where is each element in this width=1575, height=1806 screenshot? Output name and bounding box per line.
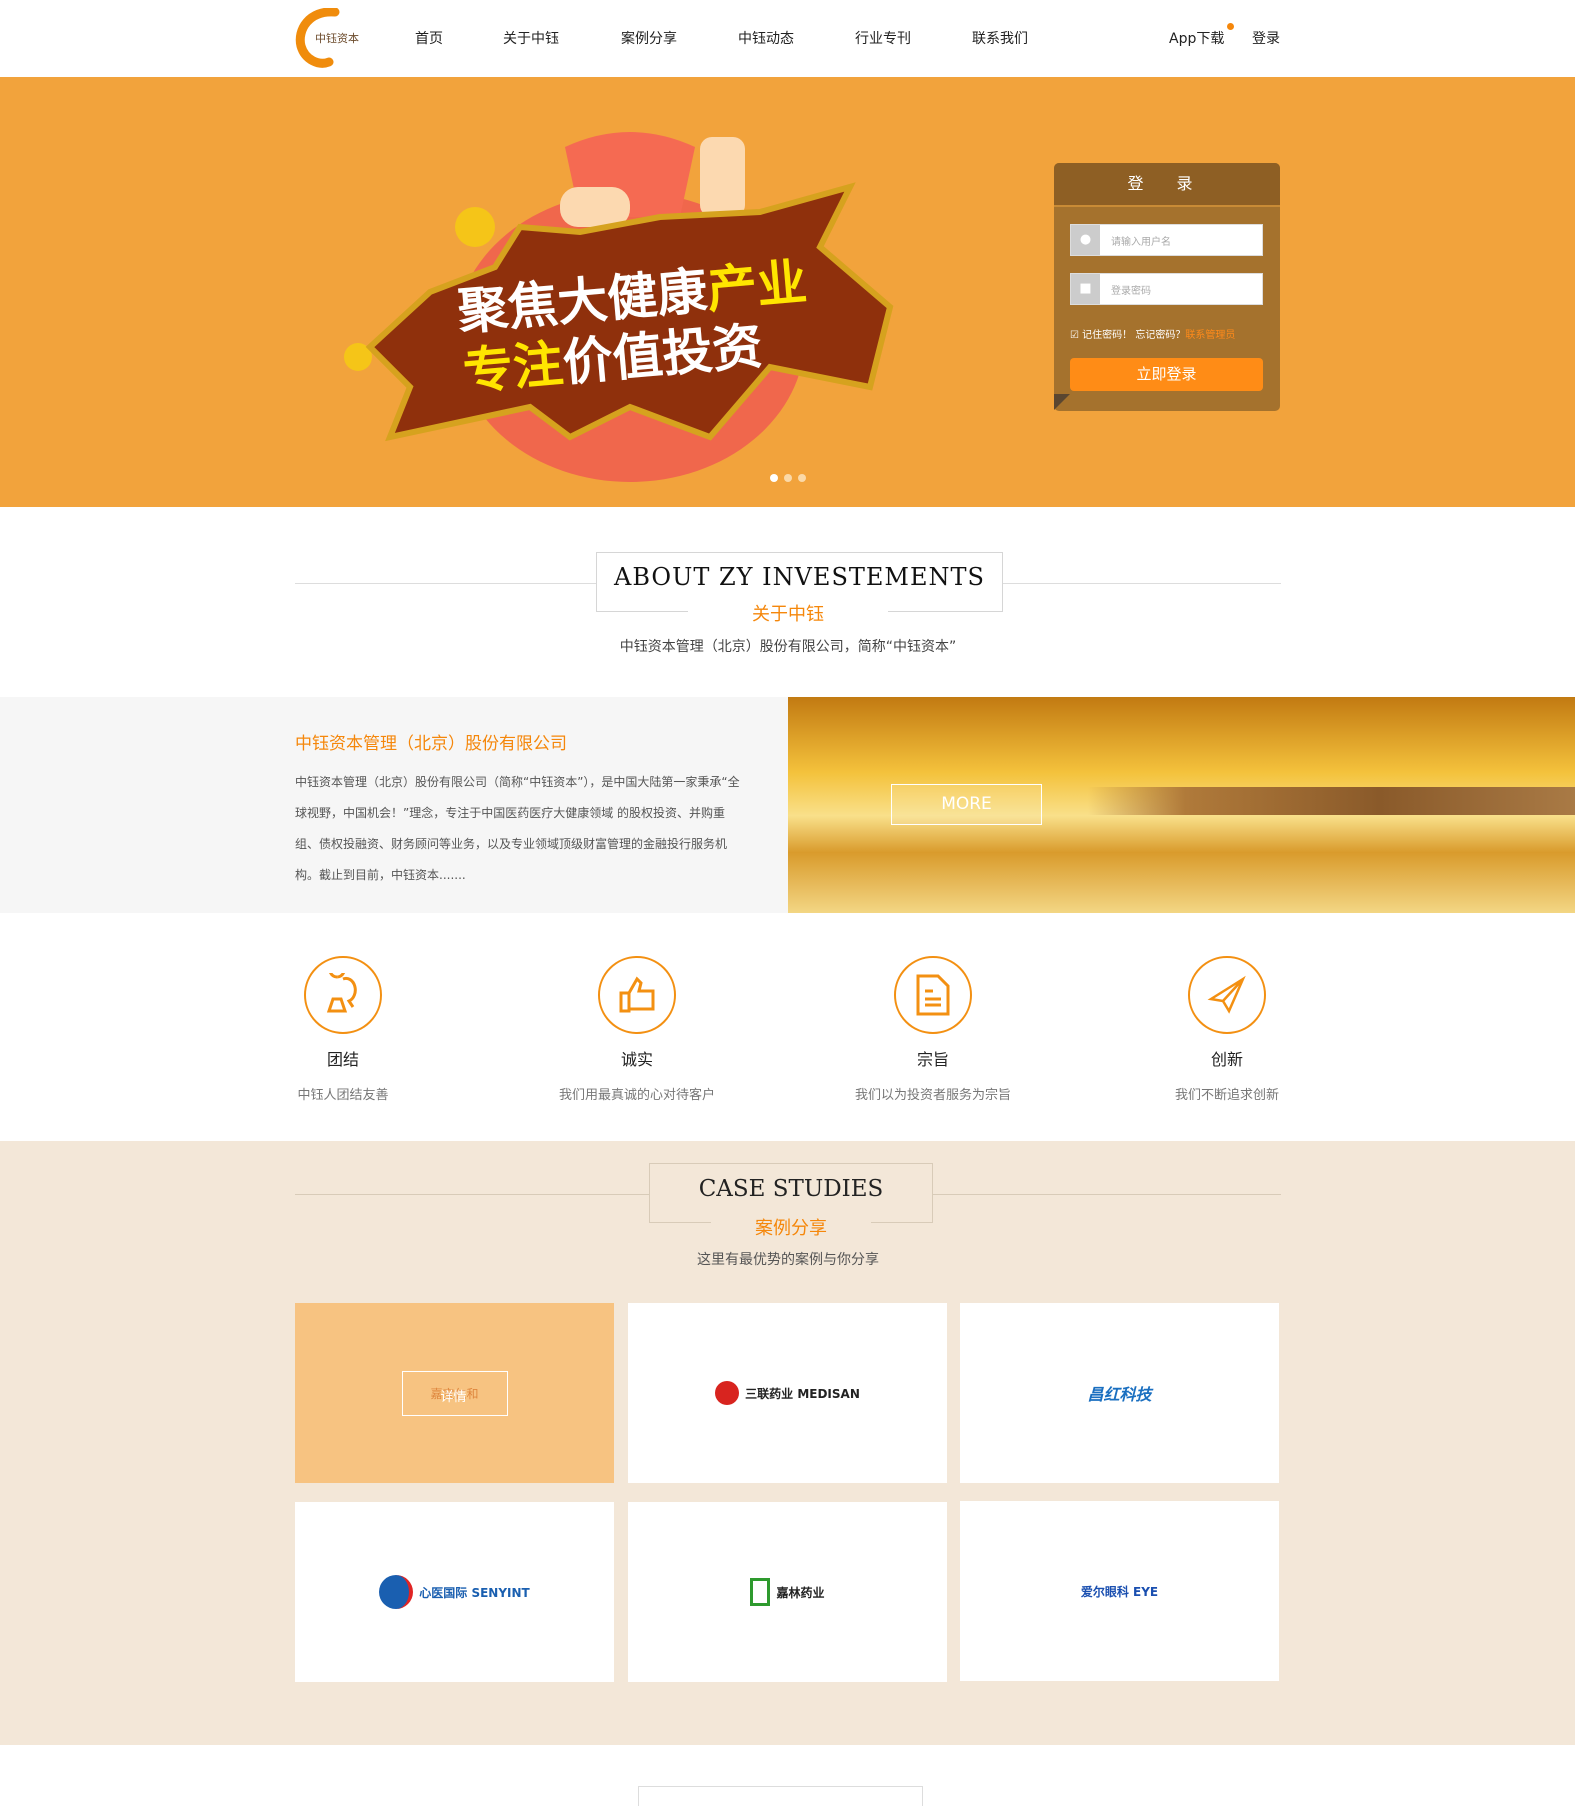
user-icon: ● [1071,225,1100,255]
remember-checkbox[interactable]: ☑ [1070,330,1079,341]
case-card[interactable]: 爱尔眼科 EYE [960,1501,1279,1681]
cases-desc: 这里有最优势的案例与你分享 [697,1252,879,1268]
login-link[interactable]: 登录 [1252,28,1280,48]
notification-dot [1227,23,1234,30]
garlin-logo-icon [750,1578,771,1606]
skyline [1088,787,1575,815]
nav-journal[interactable]: 行业专刊 [855,28,911,48]
case-card[interactable]: 昌红科技 [960,1303,1279,1483]
nav-contact[interactable]: 联系我们 [972,28,1028,48]
login-panel: 登 录 ● 请输入用户名 ■ 登录密码 ☑ 记住密码！ 忘记密码？联系管理员 立… [1054,163,1280,411]
thumbs-up-icon [598,956,676,1034]
login-submit-button[interactable]: 立即登录 [1070,358,1263,391]
contact-admin-link[interactable]: 联系管理员 [1185,330,1235,341]
nav-home[interactable]: 首页 [415,28,443,48]
about-desc: 中钰资本管理（北京）股份有限公司，简称“中钰资本” [619,639,957,655]
paper-plane-icon [1188,956,1266,1034]
case-card[interactable]: 三联药业 MEDISAN [628,1303,947,1483]
hero-banner: 聚焦大健康产业 专注价值投资 [0,77,1575,507]
users-icon [304,956,382,1034]
value-unity: 团结 中钰人团结友善 [243,956,443,1103]
nav-news[interactable]: 中钰动态 [738,28,794,48]
login-title: 登 录 [1054,163,1280,207]
username-input[interactable]: ● 请输入用户名 [1070,224,1263,256]
slide-dot-2[interactable] [784,474,792,482]
header: 中钰资本 首页 关于中钰 案例分享 中钰动态 行业专刊 联系我们 App下载 登… [0,0,1575,77]
cases-title-en: CASE STUDIES [698,1176,884,1202]
case-card[interactable]: 心医国际 SENYINT [295,1502,614,1682]
senyint-logo-icon [379,1575,414,1609]
password-input[interactable]: ■ 登录密码 [1070,273,1263,305]
city-skyline-image: MORE [788,697,1575,913]
cases-title-cn: 案例分享 [711,1214,871,1240]
nav-about[interactable]: 关于中钰 [503,28,559,48]
remember-row: ☑ 记住密码！ 忘记密码？联系管理员 [1070,330,1236,341]
slide-dot-3[interactable] [798,474,806,482]
slide-dot-1[interactable] [770,474,778,482]
about-title-en: ABOUT ZY INVESTEMENTS [614,563,985,591]
company-logo[interactable]: 中钰资本 [295,7,365,68]
cases-section: CASE STUDIES 案例分享 这里有最优势的案例与你分享 嘉宝仁和 详情 … [0,1141,1575,1745]
nav-cases[interactable]: 案例分享 [621,28,677,48]
medisan-logo-icon [715,1381,740,1405]
document-icon [894,956,972,1034]
app-download-link[interactable]: App下载 [1169,28,1224,48]
case-card[interactable]: 嘉宝仁和 详情 [295,1303,614,1483]
value-purpose: 宗旨 我们以为投资者服务为宗旨 [833,956,1033,1103]
value-innovation: 创新 我们不断追求创新 [1127,956,1327,1103]
value-honesty: 诚实 我们用最真诚的心对待客户 [537,956,737,1103]
intro-heading: 中钰资本管理（北京）股份有限公司 [295,734,567,754]
next-section-heading-box [638,1786,923,1806]
intro-body: 中钰资本管理（北京）股份有限公司（简称“中钰资本”），是中国大陆第一家秉承“全球… [295,775,740,882]
more-button[interactable]: MORE [891,784,1042,825]
corner-fold [1054,394,1070,410]
case-card[interactable]: 嘉林药业 [628,1502,947,1682]
about-title-cn: 关于中钰 [688,600,888,626]
lock-icon: ■ [1071,274,1100,304]
detail-label[interactable]: 详情 [441,1386,467,1405]
